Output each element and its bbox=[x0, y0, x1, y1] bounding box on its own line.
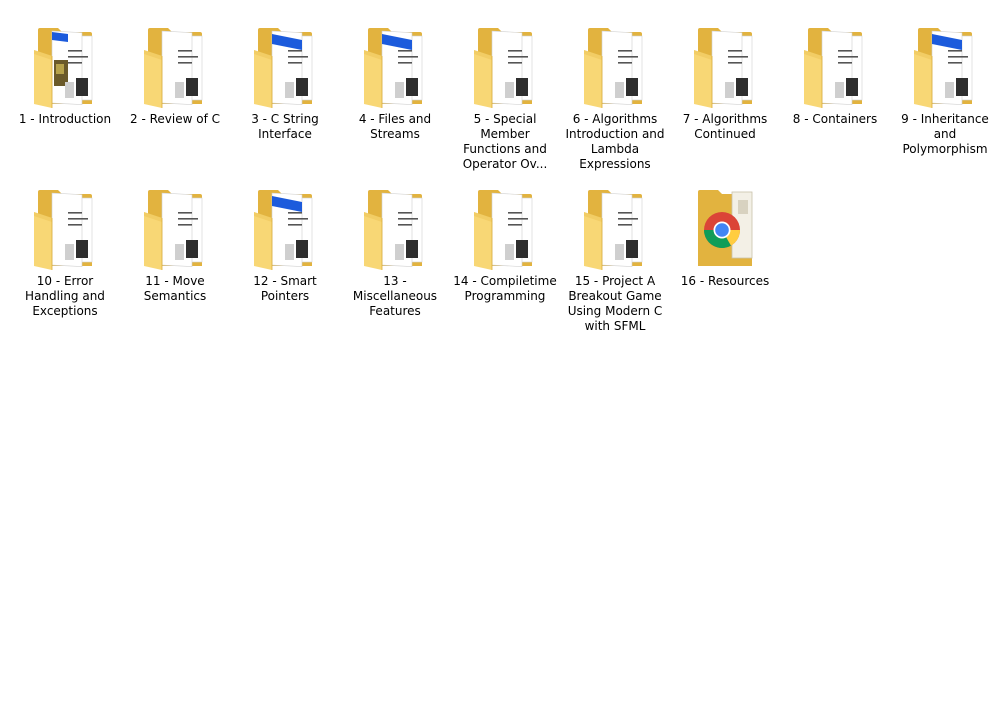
folder-item-8[interactable]: 8 - Containers bbox=[780, 20, 890, 182]
folder-icon bbox=[362, 182, 428, 270]
folder-icon bbox=[582, 20, 648, 108]
folder-icon bbox=[472, 182, 538, 270]
folder-label: 2 - Review of C bbox=[130, 112, 220, 126]
chrome-folder-icon bbox=[692, 182, 758, 270]
folder-item-12[interactable]: 12 - Smart Pointers bbox=[230, 182, 340, 344]
folder-label: 7 - Algorithms Continued bbox=[682, 112, 768, 141]
folder-label: 15 - Project A Breakout Game Using Moder… bbox=[567, 274, 663, 333]
folder-icon bbox=[252, 20, 318, 108]
folder-icon bbox=[692, 20, 758, 108]
folder-item-11[interactable]: 11 - Move Semantics bbox=[120, 182, 230, 344]
folder-item-9[interactable]: 9 - Inheritance and Polymorphism bbox=[890, 20, 1000, 182]
folder-icon bbox=[802, 20, 868, 108]
folder-item-16[interactable]: 16 - Resources bbox=[670, 182, 780, 344]
folder-label: 13 - Miscellaneous Features bbox=[352, 274, 438, 318]
folder-icon bbox=[142, 20, 208, 108]
folder-item-2[interactable]: 2 - Review of C bbox=[120, 20, 230, 182]
folder-icon bbox=[912, 20, 978, 108]
folder-item-6[interactable]: 6 - Algorithms Introduction and Lambda E… bbox=[560, 20, 670, 182]
folder-label: 16 - Resources bbox=[680, 274, 770, 288]
folder-item-1[interactable]: 1 - Introduction bbox=[10, 20, 120, 182]
folder-icon bbox=[252, 182, 318, 270]
folder-label: 8 - Containers bbox=[792, 112, 878, 126]
folder-icon bbox=[142, 182, 208, 270]
folder-icon bbox=[32, 20, 98, 108]
folder-label: 10 - Error Handling and Exceptions bbox=[25, 274, 105, 318]
folder-label: 12 - Smart Pointers bbox=[253, 274, 317, 303]
folder-item-5[interactable]: 5 - Special Member Functions and Operato… bbox=[450, 20, 560, 182]
folder-label: 3 - C String Interface bbox=[251, 112, 319, 141]
file-grid: 1 - Introduction 2 - Review of C 3 - C S… bbox=[10, 20, 1000, 344]
folder-label: 5 - Special Member Functions and Operato… bbox=[462, 112, 548, 171]
folder-item-15[interactable]: 15 - Project A Breakout Game Using Moder… bbox=[560, 182, 670, 344]
folder-label: 14 - Compiletime Programming bbox=[453, 274, 557, 303]
folder-label: 9 - Inheritance and Polymorphism bbox=[901, 112, 989, 156]
folder-icon bbox=[362, 20, 428, 108]
folder-item-13[interactable]: 13 - Miscellaneous Features bbox=[340, 182, 450, 344]
folder-icon bbox=[472, 20, 538, 108]
folder-label: 4 - Files and Streams bbox=[358, 112, 432, 141]
folder-item-4[interactable]: 4 - Files and Streams bbox=[340, 20, 450, 182]
folder-item-3[interactable]: 3 - C String Interface bbox=[230, 20, 340, 182]
folder-item-14[interactable]: 14 - Compiletime Programming bbox=[450, 182, 560, 344]
folder-label: 11 - Move Semantics bbox=[143, 274, 207, 303]
folder-icon bbox=[32, 182, 98, 270]
folder-icon bbox=[582, 182, 648, 270]
folder-item-10[interactable]: 10 - Error Handling and Exceptions bbox=[10, 182, 120, 344]
folder-label: 1 - Introduction bbox=[18, 112, 112, 126]
folder-item-7[interactable]: 7 - Algorithms Continued bbox=[670, 20, 780, 182]
folder-label: 6 - Algorithms Introduction and Lambda E… bbox=[565, 112, 665, 171]
